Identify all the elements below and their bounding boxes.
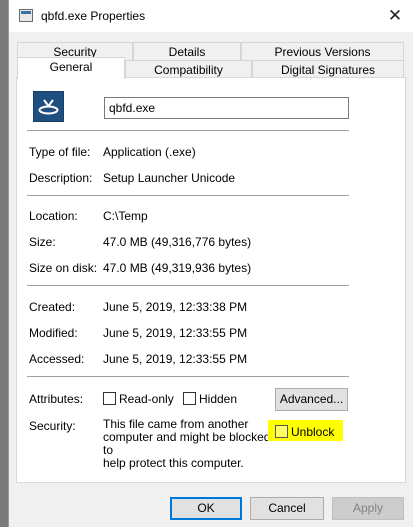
created-value: June 5, 2019, 12:33:38 PM bbox=[103, 300, 248, 314]
size-on-disk-label: Size on disk: bbox=[29, 261, 98, 275]
type-value: Application (.exe) bbox=[103, 145, 196, 159]
security-message-line: computer and might be blocked to bbox=[103, 430, 271, 457]
security-message: This file came from another computer and… bbox=[103, 418, 278, 470]
tab-details[interactable]: Details bbox=[133, 42, 241, 61]
application-icon bbox=[19, 9, 33, 22]
divider bbox=[27, 195, 349, 196]
apply-button[interactable]: Apply bbox=[332, 497, 404, 520]
readonly-checkbox[interactable] bbox=[103, 392, 116, 405]
accessed-label: Accessed: bbox=[29, 352, 85, 366]
window-title: qbfd.exe Properties bbox=[41, 9, 146, 23]
close-icon[interactable]: ✕ bbox=[377, 0, 413, 32]
description-value: Setup Launcher Unicode bbox=[103, 171, 236, 185]
hidden-label: Hidden bbox=[199, 392, 238, 406]
ok-button[interactable]: OK bbox=[170, 497, 242, 520]
advanced-button[interactable]: Advanced... bbox=[275, 388, 348, 411]
created-label: Created: bbox=[29, 300, 76, 314]
divider bbox=[27, 130, 349, 131]
divider bbox=[27, 376, 349, 377]
tab-general[interactable]: General bbox=[17, 57, 125, 79]
hidden-checkbox[interactable] bbox=[183, 392, 196, 405]
description-label: Description: bbox=[29, 171, 93, 185]
title-bar: qbfd.exe Properties ✕ bbox=[9, 0, 413, 32]
security-message-line: help protect this computer. bbox=[103, 456, 244, 470]
properties-dialog: qbfd.exe Properties ✕ Security Details P… bbox=[8, 0, 413, 527]
unblock-checkbox[interactable] bbox=[275, 425, 288, 438]
unblock-label[interactable]: Unblock bbox=[291, 425, 334, 439]
accessed-value: June 5, 2019, 12:33:55 PM bbox=[103, 352, 248, 366]
divider bbox=[27, 285, 349, 286]
cancel-button[interactable]: Cancel bbox=[250, 497, 324, 520]
location-value: C:\Temp bbox=[103, 209, 148, 223]
modified-label: Modified: bbox=[29, 326, 78, 340]
location-label: Location: bbox=[29, 209, 78, 223]
installer-app-icon bbox=[33, 91, 64, 122]
file-name-input[interactable] bbox=[104, 97, 349, 119]
tab-previous-versions[interactable]: Previous Versions bbox=[241, 42, 404, 61]
size-on-disk-value: 47.0 MB (49,319,936 bytes) bbox=[103, 261, 252, 275]
size-label: Size: bbox=[29, 235, 56, 249]
attributes-label: Attributes: bbox=[29, 392, 84, 406]
modified-value: June 5, 2019, 12:33:55 PM bbox=[103, 326, 248, 340]
security-label: Security: bbox=[29, 419, 76, 433]
type-label: Type of file: bbox=[29, 145, 91, 159]
size-value: 47.0 MB (49,316,776 bytes) bbox=[103, 235, 252, 249]
readonly-label: Read-only bbox=[119, 392, 174, 406]
